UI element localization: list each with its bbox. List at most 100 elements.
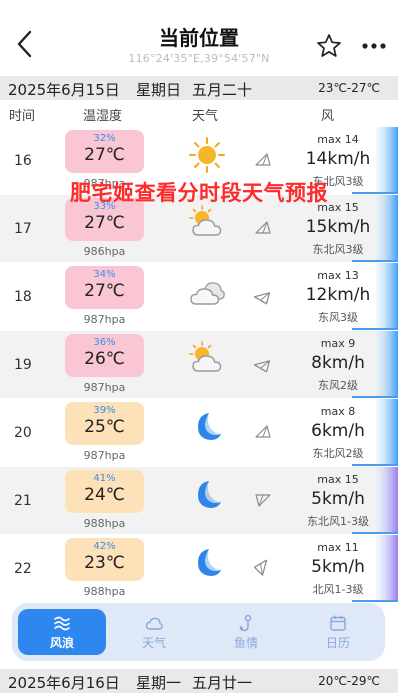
row-divider [352, 464, 398, 466]
max-wind-speed: max 11 [317, 541, 359, 554]
temp-humidity-pill: 42% 23℃ [65, 538, 144, 581]
max-wind-speed: max 8 [320, 405, 356, 418]
wind-intensity-bar [376, 467, 398, 534]
wind-direction-icon [254, 559, 268, 576]
humidity-value: 32% [93, 133, 116, 144]
wind-level: 东北风2级 [312, 447, 364, 460]
wind-wave-icon [52, 613, 72, 633]
pressure-value: 986hpa [83, 245, 126, 258]
cloudy-icon [187, 271, 227, 311]
temperature-value: 23℃ [84, 553, 125, 573]
wind-direction-icon [255, 494, 271, 507]
fish-hook-icon [236, 613, 256, 633]
wind-speed: 12km/h [305, 285, 371, 305]
wind-direction-icon [254, 292, 271, 305]
lunar-date-label: 五月廿一 [192, 674, 253, 692]
top-app-bar: 当前位置 116°24'35"E,39°54'57"N [0, 0, 398, 74]
hour-label: 19 [14, 357, 32, 373]
humidity-value: 34% [93, 269, 116, 280]
humidity-value: 41% [93, 473, 116, 484]
more-options-icon[interactable] [361, 36, 387, 56]
tab-1[interactable]: 天气 [110, 609, 198, 655]
tab-0[interactable]: 风浪 [18, 609, 106, 655]
cloud-icon [144, 613, 164, 633]
tab-label: 天气 [141, 636, 166, 650]
temp-range-label: 20℃-29℃ [318, 674, 380, 688]
temperature-value: 24℃ [84, 485, 125, 505]
overlay-caption: 肥宅姬查看分时段天气预报 [70, 181, 328, 205]
pressure-value: 987hpa [83, 313, 126, 326]
wind-level: 北风1-3级 [312, 583, 364, 596]
wind-level: 东北风1-3级 [307, 515, 369, 528]
row-divider [352, 532, 398, 534]
temp-range-label: 23℃-27℃ [318, 81, 380, 95]
sunny-icon [187, 135, 227, 175]
lunar-date-label: 五月二十 [192, 81, 253, 99]
column-headers: 时间 温湿度 天气 风 [0, 100, 398, 126]
wind-intensity-bar [376, 263, 398, 330]
wind-speed: 14km/h [305, 149, 371, 169]
wind-speed: 15km/h [305, 217, 371, 237]
humidity-value: 42% [93, 541, 116, 552]
max-wind-speed: max 9 [320, 337, 356, 350]
pressure-value: 987hpa [83, 381, 126, 394]
row-divider [352, 600, 398, 602]
wind-intensity-bar [376, 331, 398, 398]
temperature-value: 26℃ [84, 349, 125, 369]
max-wind-speed: max 13 [317, 269, 359, 282]
partly-cloudy-icon [187, 339, 227, 379]
date-label: 2025年6月15日 [8, 81, 120, 99]
temp-humidity-pill: 32% 27℃ [65, 130, 144, 173]
wind-intensity-bar [376, 399, 398, 466]
moon-icon [187, 543, 227, 583]
hour-label: 20 [14, 425, 32, 441]
wind-direction-icon [255, 221, 271, 234]
temperature-value: 27℃ [84, 213, 125, 233]
wind-level: 东北风3级 [312, 243, 364, 256]
tab-3[interactable]: 日历 [294, 609, 382, 655]
bottom-tab-bar: 风浪 天气 鱼情 日历 [12, 603, 385, 661]
tab-label: 风浪 [49, 636, 74, 650]
wind-speed: 8km/h [311, 353, 365, 373]
tab-label: 日历 [325, 636, 350, 650]
max-wind-speed: max 15 [317, 473, 359, 486]
forecast-row[interactable]: 22 42% 23℃ 988hpa max 11 5km/h 北风1-3级 [0, 535, 398, 602]
forecast-row[interactable]: 20 39% 25℃ 987hpa max 8 6km/h 东北风2级 [0, 399, 398, 466]
max-wind-speed: max 14 [317, 133, 359, 146]
temperature-value: 27℃ [84, 281, 125, 301]
pressure-value: 988hpa [83, 517, 126, 530]
forecast-row[interactable]: 19 36% 26℃ 987hpa max 9 8km/h 东风2级 [0, 331, 398, 398]
temperature-value: 27℃ [84, 145, 125, 165]
partly-cloudy-icon [187, 203, 227, 243]
moon-icon [187, 407, 227, 447]
forecast-row[interactable]: 18 34% 27℃ 987hpa max 13 12km/h 东风3级 [0, 263, 398, 330]
temp-humidity-pill: 36% 26℃ [65, 334, 144, 377]
forecast-row[interactable]: 21 41% 24℃ 988hpa max 15 5km/h 东北风1-3级 [0, 467, 398, 534]
tab-label: 鱼情 [233, 636, 258, 650]
temp-humidity-pill: 39% 25℃ [65, 402, 144, 445]
hour-label: 22 [14, 561, 32, 577]
weekday-label: 星期日 [136, 81, 182, 99]
temp-humidity-pill: 41% 24℃ [65, 470, 144, 513]
date-header-day1: 2025年6月15日 星期日 五月二十 23℃-27℃ [0, 76, 398, 100]
favorite-star-icon[interactable] [316, 33, 342, 59]
wind-speed: 5km/h [311, 489, 365, 509]
wind-direction-icon [255, 153, 271, 166]
col-temp-humidity: 温湿度 [83, 109, 123, 124]
pressure-value: 987hpa [83, 449, 126, 462]
tab-2[interactable]: 鱼情 [202, 609, 290, 655]
wind-intensity-bar [376, 535, 398, 602]
temp-humidity-pill: 34% 27℃ [65, 266, 144, 309]
date-header-day2: 2025年6月16日 星期一 五月廿一 20℃-29℃ [0, 669, 398, 693]
hour-label: 18 [14, 289, 32, 305]
wind-speed: 5km/h [311, 557, 365, 577]
wind-speed: 6km/h [311, 421, 365, 441]
weekday-label: 星期一 [136, 674, 182, 692]
temperature-value: 25℃ [84, 417, 125, 437]
pressure-value: 988hpa [83, 585, 126, 598]
hour-label: 16 [14, 153, 32, 169]
hour-label: 21 [14, 493, 32, 509]
col-time: 时间 [9, 109, 36, 124]
row-divider [352, 260, 398, 262]
wind-direction-icon [254, 360, 271, 373]
